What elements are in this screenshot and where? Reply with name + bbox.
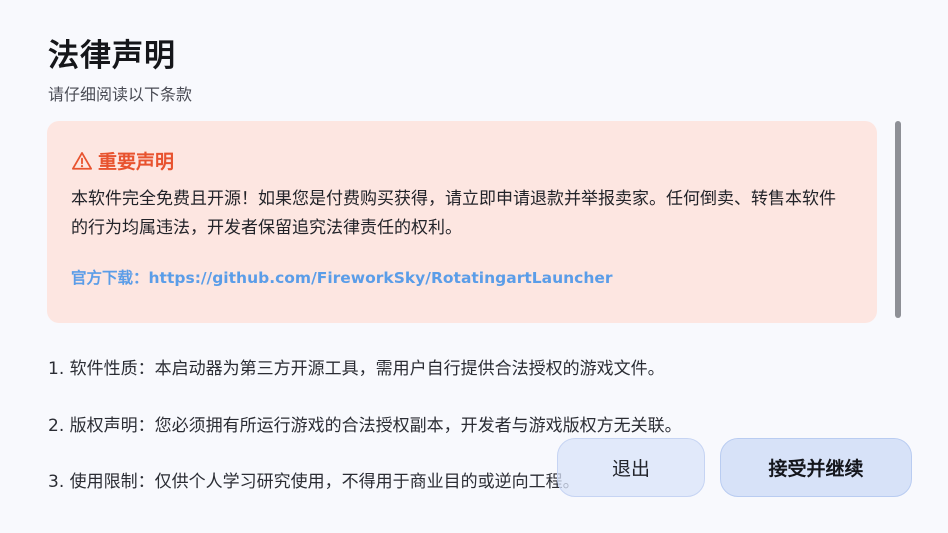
term-item-copyright: 2. 版权声明：您必须拥有所运行游戏的合法授权副本，开发者与游戏版权方无关联。: [48, 416, 682, 436]
download-label: 官方下载：: [71, 269, 149, 287]
term-item-software-nature: 1. 软件性质：本启动器为第三方开源工具，需用户自行提供合法授权的游戏文件。: [48, 359, 665, 379]
accept-button-label: 接受并继续: [768, 458, 864, 480]
notice-body: 本软件完全免费且开源！如果您是付费购买获得，请立即申请退款并举报卖家。任何倒卖、…: [71, 189, 836, 238]
scrollbar-thumb[interactable]: [895, 121, 901, 318]
page-subtitle: 请仔细阅读以下条款: [48, 85, 193, 104]
official-download-link[interactable]: 官方下载：https://github.com/FireworkSky/Rota…: [71, 266, 613, 288]
important-notice-card: 重要声明 本软件完全免费且开源！如果您是付费购买获得，请立即申请退款并举报卖家。…: [47, 121, 877, 323]
download-url[interactable]: https://github.com/FireworkSky/Rotatinga…: [149, 269, 613, 287]
notice-heading-row: 重要声明: [71, 147, 174, 174]
warning-triangle-icon: [71, 150, 93, 172]
accept-continue-button[interactable]: 接受并继续: [720, 438, 912, 497]
notice-heading: 重要声明: [98, 151, 175, 173]
exit-button-label: 退出: [611, 458, 650, 480]
page-title: 法律声明: [48, 38, 176, 74]
exit-button[interactable]: 退出: [557, 438, 705, 497]
term-item-usage-limit: 3. 使用限制：仅供个人学习研究使用，不得用于商业目的或逆向工程。: [48, 472, 580, 492]
legal-notice-page: 法律声明 请仔细阅读以下条款 重要声明 本软件完全免费且开源！如果您是付费购买获…: [0, 0, 948, 533]
